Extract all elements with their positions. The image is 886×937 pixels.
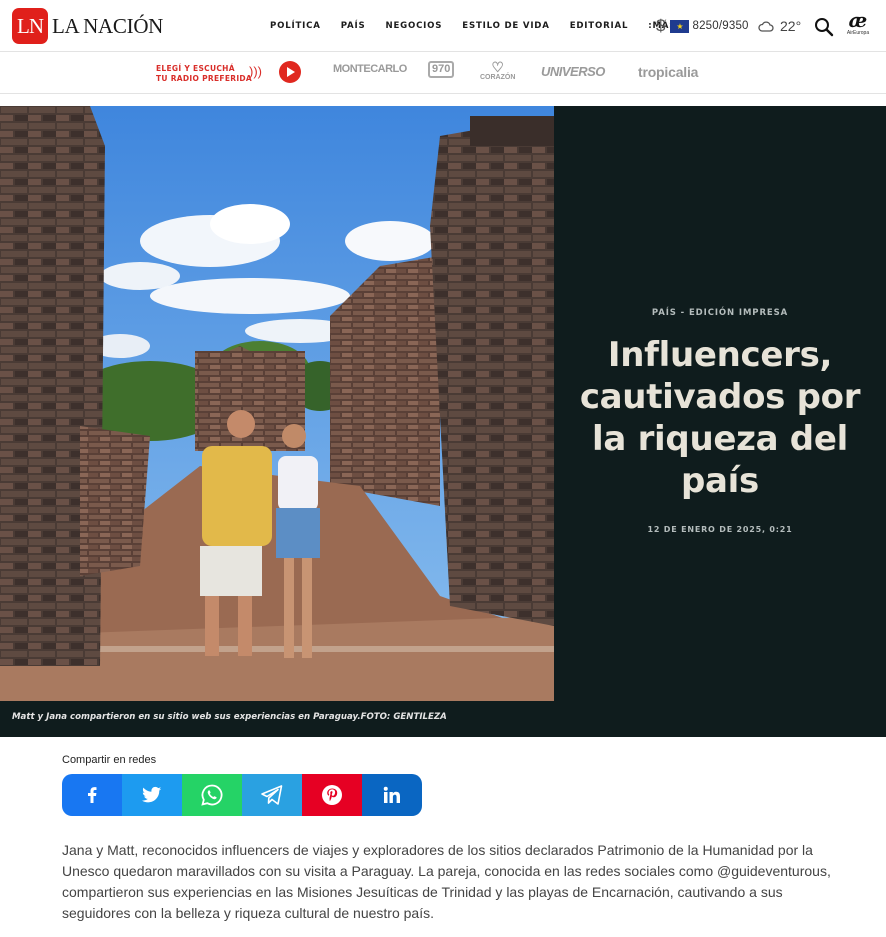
linkedin-icon <box>383 786 400 803</box>
nav-item-politica[interactable]: POLÍTICA <box>270 21 321 31</box>
share-twitter-button[interactable] <box>122 774 182 816</box>
station-tropicalia[interactable]: tropicalia <box>638 64 698 80</box>
aireuropa-mark: æ <box>848 8 868 32</box>
aireuropa-name: AirEuropa <box>846 30 870 36</box>
logo-mark: LN <box>12 8 48 44</box>
share-buttons <box>62 774 422 816</box>
radio-promo-line2: TU RADIO PREFERIDA <box>156 74 253 83</box>
radio-waves-icon: ))) <box>249 64 262 79</box>
headline-line-1: Influencers, <box>607 335 833 375</box>
search-button[interactable] <box>814 17 834 37</box>
whatsapp-icon <box>201 784 223 806</box>
article-lead: Jana y Matt, reconocidos influencers de … <box>62 842 831 921</box>
top-header: LN LA NACIÓN POLÍTICA PAÍS NEGOCIOS ESTI… <box>0 0 886 52</box>
nav-item-editorial[interactable]: EDITORIAL <box>570 21 629 31</box>
site-logo[interactable]: LN LA NACIÓN <box>12 8 163 44</box>
share-pinterest-button[interactable] <box>302 774 362 816</box>
share-label: Compartir en redes <box>62 754 157 766</box>
article-hero: PAÍS - EDICIÓN IMPRESA Influencers, caut… <box>0 106 886 737</box>
article-photo <box>0 106 554 701</box>
search-icon <box>815 18 834 37</box>
nav-item-negocios[interactable]: NEGOCIOS <box>385 21 442 31</box>
article-date: 12 DE ENERO DE 2025, 0:21 <box>647 525 793 534</box>
headline-line-3: la riqueza del <box>592 419 848 459</box>
cloud-icon <box>758 21 774 32</box>
share-telegram-button[interactable] <box>242 774 302 816</box>
temperature: 22° <box>780 18 802 34</box>
headline-line-2: cautivados por <box>579 377 861 417</box>
radio-promo: ELEGÍ Y ESCUCHÁ TU RADIO PREFERIDA <box>156 64 252 84</box>
station-universo[interactable]: UNIVERSO <box>541 64 605 79</box>
logo-text: LA NACIÓN <box>52 13 164 38</box>
headline-line-4: país <box>681 461 759 501</box>
twitter-icon <box>142 786 162 803</box>
station-montecarlo[interactable]: MONTECARLO <box>333 63 407 75</box>
heart-icon: ♡ <box>491 59 504 75</box>
facebook-icon <box>88 787 97 803</box>
aireuropa-logo[interactable]: æ AirEuropa <box>844 10 872 36</box>
eu-flag-icon: ★ <box>670 19 690 33</box>
exchange-rate-value: 8250/9350 <box>692 20 749 32</box>
radio-promo-line1: ELEGÍ Y ESCUCHÁ <box>156 64 235 73</box>
headline-panel: PAÍS - EDICIÓN IMPRESA Influencers, caut… <box>554 106 886 701</box>
station-corazon[interactable]: ♡ CORAZÓN <box>480 60 515 82</box>
photo-caption: Matt y Jana compartieron en su sitio web… <box>12 712 447 722</box>
main-nav: POLÍTICA PAÍS NEGOCIOS ESTILO DE VIDA ED… <box>270 0 696 52</box>
pinterest-icon <box>322 785 342 805</box>
radio-bar: ELEGÍ Y ESCUCHÁ TU RADIO PREFERIDA ))) M… <box>0 52 886 94</box>
share-whatsapp-button[interactable] <box>182 774 242 816</box>
dollar-icon: $ <box>656 16 666 35</box>
station-970[interactable]: 970 <box>428 61 455 78</box>
share-facebook-button[interactable] <box>62 774 122 816</box>
exchange-rate-widget[interactable]: $ ★ 8250/9350 <box>656 16 749 36</box>
article-headline: Influencers, cautivados por la riqueza d… <box>566 334 874 502</box>
nav-item-estilo-de-vida[interactable]: ESTILO DE VIDA <box>462 21 549 31</box>
nav-item-pais[interactable]: PAÍS <box>341 21 366 31</box>
telegram-icon <box>261 785 283 805</box>
share-linkedin-button[interactable] <box>362 774 422 816</box>
weather-widget[interactable]: 22° <box>758 16 801 36</box>
ruins-photo-illustration <box>0 106 554 701</box>
station-corazon-label: CORAZÓN <box>480 74 516 81</box>
play-radio-button[interactable] <box>279 61 301 83</box>
article-kicker[interactable]: PAÍS - EDICIÓN IMPRESA <box>554 308 886 318</box>
